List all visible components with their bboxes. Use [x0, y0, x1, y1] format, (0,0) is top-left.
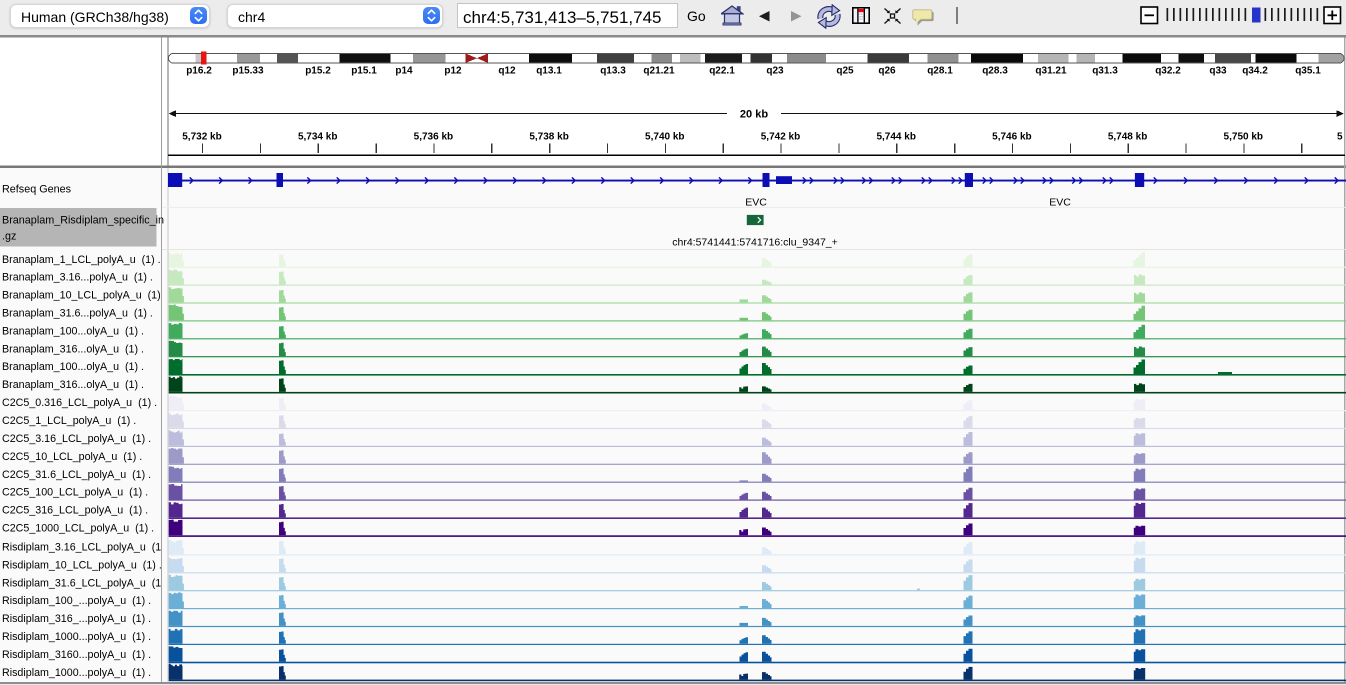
svg-text:Risdiplam_100_...polyA_u (1): Risdiplam_100_...polyA_u (1) .: [2, 595, 151, 607]
svg-text:EVC: EVC: [745, 197, 767, 209]
svg-text:Refseq Genes: Refseq Genes: [2, 183, 72, 195]
svg-text:p16.2: p16.2: [186, 66, 212, 77]
svg-text:Branaplam_100...olyA_u (1) .: Branaplam_100...olyA_u (1) .: [2, 325, 144, 337]
svg-text:q34.2: q34.2: [1242, 66, 1268, 77]
svg-text:q28.3: q28.3: [982, 66, 1008, 77]
svg-text:Risdiplam_1000...polyA_u (1): Risdiplam_1000...polyA_u (1) .: [2, 631, 151, 643]
svg-text:q31.21: q31.21: [1035, 66, 1067, 77]
svg-text:Risdiplam_3160...polyA_u (1): Risdiplam_3160...polyA_u (1) .: [2, 649, 151, 661]
svg-text:chr4:5741441:5741716:clu_9347_: chr4:5741441:5741716:clu_9347_+: [672, 236, 838, 248]
svg-text:5,732 kb: 5,732 kb: [182, 132, 221, 143]
svg-text:5,744 kb: 5,744 kb: [876, 132, 915, 143]
svg-text:.gz: .gz: [2, 231, 16, 243]
svg-text:q25: q25: [836, 66, 854, 77]
svg-text:q32.2: q32.2: [1155, 66, 1181, 77]
svg-text:EVC: EVC: [1049, 197, 1071, 209]
svg-text:20 kb: 20 kb: [740, 109, 768, 121]
svg-text:q13.1: q13.1: [536, 66, 562, 77]
svg-text:p14: p14: [395, 66, 413, 77]
svg-text:q21.21: q21.21: [643, 66, 675, 77]
svg-text:Branaplam_1_LCL_polyA_u (1) .: Branaplam_1_LCL_polyA_u (1) .: [2, 254, 161, 266]
svg-text:q33: q33: [1209, 66, 1227, 77]
svg-text:q35.1: q35.1: [1295, 66, 1321, 77]
svg-text:Risdiplam_3.16_LCL_polyA_u (1: Risdiplam_3.16_LCL_polyA_u (1: [2, 542, 161, 554]
svg-text:p12: p12: [444, 66, 462, 77]
svg-text:q13.3: q13.3: [600, 66, 626, 77]
svg-text:5: 5: [1337, 132, 1343, 143]
svg-text:5,748 kb: 5,748 kb: [1108, 132, 1147, 143]
svg-text:C2C5_1_LCL_polyA_u (1) .: C2C5_1_LCL_polyA_u (1) .: [2, 415, 136, 427]
svg-text:p15.1: p15.1: [351, 66, 377, 77]
svg-text:C2C5_1000_LCL_polyA_u (1) .: C2C5_1000_LCL_polyA_u (1) .: [2, 523, 154, 535]
svg-text:C2C5_100_LCL_polyA_u (1) .: C2C5_100_LCL_polyA_u (1) .: [2, 487, 148, 499]
svg-text:Branaplam_10_LCL_polyA_u (1): Branaplam_10_LCL_polyA_u (1): [2, 290, 161, 302]
svg-text:5,738 kb: 5,738 kb: [529, 132, 568, 143]
svg-text:p15.33: p15.33: [232, 66, 264, 77]
svg-text:Branaplam_316...olyA_u (1) .: Branaplam_316...olyA_u (1) .: [2, 343, 144, 355]
svg-text:C2C5_31.6_LCL_polyA_u (1) .: C2C5_31.6_LCL_polyA_u (1) .: [2, 469, 151, 481]
svg-text:Branaplam_3.16...polyA_u (1): Branaplam_3.16...polyA_u (1) .: [2, 272, 153, 284]
svg-text:Risdiplam_316_...polyA_u (1): Risdiplam_316_...polyA_u (1) .: [2, 613, 151, 625]
svg-text:5,746 kb: 5,746 kb: [992, 132, 1031, 143]
svg-text:q31.3: q31.3: [1092, 66, 1118, 77]
svg-text:q22.1: q22.1: [709, 66, 735, 77]
svg-text:Branaplam_316...olyA_u (1) .: Branaplam_316...olyA_u (1) .: [2, 379, 144, 391]
svg-text:C2C5_0.316_LCL_polyA_u (1) .: C2C5_0.316_LCL_polyA_u (1) .: [2, 397, 157, 409]
svg-text:p15.2: p15.2: [305, 66, 331, 77]
svg-text:C2C5_3.16_LCL_polyA_u (1) .: C2C5_3.16_LCL_polyA_u (1) .: [2, 433, 151, 445]
svg-text:Branaplam_Risdiplam_specific_i: Branaplam_Risdiplam_specific_in: [2, 214, 164, 226]
svg-text:5,750 kb: 5,750 kb: [1224, 132, 1263, 143]
svg-text:q26: q26: [878, 66, 896, 77]
svg-text:Risdiplam_31.6_LCL_polyA_u (1: Risdiplam_31.6_LCL_polyA_u (1: [2, 577, 161, 589]
svg-text:q23: q23: [766, 66, 784, 77]
svg-text:Branaplam_100...olyA_u (1) .: Branaplam_100...olyA_u (1) .: [2, 361, 144, 373]
svg-text:5,734 kb: 5,734 kb: [298, 132, 337, 143]
svg-text:q12: q12: [498, 66, 516, 77]
svg-text:5,736 kb: 5,736 kb: [414, 132, 453, 143]
svg-text:C2C5_316_LCL_polyA_u (1) .: C2C5_316_LCL_polyA_u (1) .: [2, 505, 148, 517]
svg-text:q28.1: q28.1: [927, 66, 953, 77]
svg-text:5,740 kb: 5,740 kb: [645, 132, 684, 143]
svg-text:Risdiplam_10_LCL_polyA_u (1): Risdiplam_10_LCL_polyA_u (1) .: [2, 559, 162, 571]
svg-text:C2C5_10_LCL_polyA_u (1) .: C2C5_10_LCL_polyA_u (1) .: [2, 451, 142, 463]
svg-text:Branaplam_31.6...polyA_u (1): Branaplam_31.6...polyA_u (1) .: [2, 308, 153, 320]
svg-text:5,742 kb: 5,742 kb: [761, 132, 800, 143]
svg-text:Risdiplam_1000...polyA_u (1): Risdiplam_1000...polyA_u (1) .: [2, 667, 151, 679]
